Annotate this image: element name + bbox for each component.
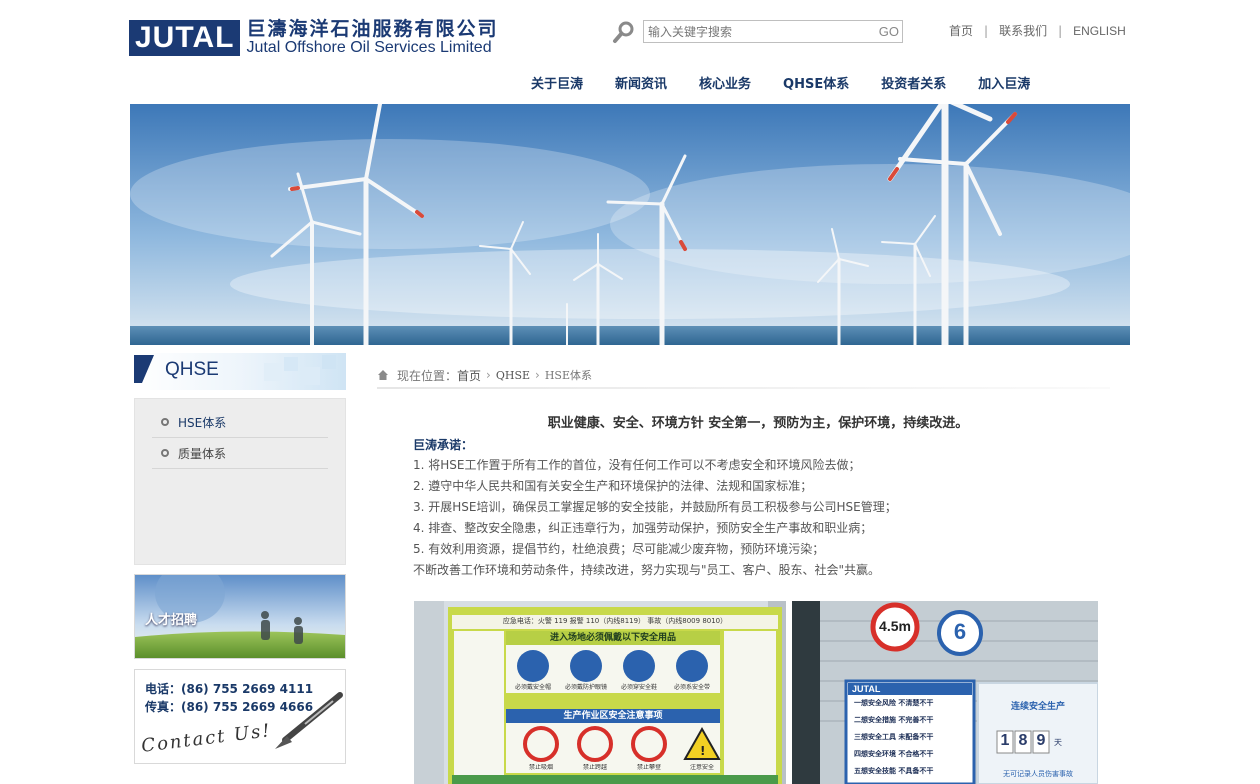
logo-chinese-name: 巨濤海洋石油服務有限公司 [246, 18, 499, 40]
breadcrumb-current: HSE体系 [544, 369, 593, 382]
board-line: 一想安全风险 不清楚不干 [854, 699, 934, 707]
nav-item-business[interactable]: 核心业务 [683, 73, 767, 92]
gate-number-label: 6 [953, 619, 967, 644]
safety-counter-caption: 无可记录人员伤害事故 [1003, 770, 1073, 778]
recruitment-label: 人才招聘 [145, 613, 198, 628]
promise-item: 5. 有效利用资源，提倡节约，杜绝浪费；尽可能减少废弃物，预防环境污染； [413, 542, 825, 556]
board-line: 五想安全技能 不具备不干 [854, 767, 934, 775]
bullet-icon [161, 418, 169, 426]
nav-item-qhse[interactable]: QHSE体系 [767, 73, 865, 92]
sidebar-item-label: HSE体系 [178, 415, 227, 430]
breadcrumb: 现在位置： 首页 › QHSE › HSE体系 [377, 362, 1110, 388]
site-logo[interactable]: JUTAL 巨濤海洋石油服務有限公司 Jutal Offshore Oil Se… [129, 18, 498, 58]
logo-english-name: Jutal Offshore Oil Services Limited [246, 39, 492, 56]
sidebar-header: QHSE [134, 353, 346, 390]
nav-item-join[interactable]: 加入巨涛 [962, 73, 1046, 92]
search-go-button[interactable]: GO [879, 24, 899, 39]
search-input[interactable] [648, 23, 868, 41]
home-icon [378, 370, 388, 380]
safety-sign-photo: ! 应急电话：火警 119 报警 110（内线8119） 事故（内线8009 8… [414, 601, 786, 784]
safety-counter-unit: 天 [1054, 738, 1062, 747]
contact-fax: 传真：(86) 755 2669 4666 [145, 700, 314, 714]
height-limit-label: 4.5m [879, 618, 911, 634]
sidebar-title: QHSE [165, 359, 219, 380]
svg-text:!: ! [700, 744, 705, 758]
board-line: 四想安全环境 不合格不干 [854, 750, 934, 758]
breadcrumb-divider [377, 387, 1110, 389]
gate-sign-photo: 4.5m 6 JUTAL 一想安全风险 不清楚不干 二想安全措施 不完善不干 三… [792, 601, 1098, 784]
promise-item: 4. 排查、整改安全隐患，纠正违章行为，加强劳动保护，预防安全生产事故和职业病； [413, 521, 873, 535]
safety-counter-digit: 9 [1036, 732, 1046, 749]
promise-title: 巨涛承诺： [413, 438, 474, 452]
board-logo: JUTAL [852, 684, 881, 694]
logo-text: 巨濤海洋石油服務有限公司 Jutal Offshore Oil Services… [246, 19, 498, 57]
sidebar-item-quality[interactable]: 质量体系 [152, 438, 328, 469]
safety-counter-title: 连续安全生产 [1010, 702, 1065, 712]
promise-item: 3. 开展HSE培训，确保员工掌握足够的安全技能，并鼓励所有员工积极参与公司HS… [413, 500, 897, 514]
main-nav: 关于巨涛 新闻资讯 核心业务 QHSE体系 投资者关系 加入巨涛 [515, 73, 1046, 92]
policy-statement: 职业健康、安全、环境方针 安全第一，预防为主，保护环境，持续改进。 [547, 416, 969, 431]
sign-emergency-line: 应急电话：火警 119 报警 110（内线8119） 事故（内线8009 801… [502, 617, 728, 625]
nav-item-investor[interactable]: 投资者关系 [865, 73, 962, 92]
board-line: 三想安全工具 未配备不干 [854, 733, 934, 741]
top-link-home[interactable]: 首页 [940, 22, 982, 39]
recruitment-banner[interactable]: 人才招聘 [134, 574, 346, 659]
top-links: 首页 | 联系我们 | ENGLISH [940, 22, 1135, 39]
promise-item: 2. 遵守中华人民共和国有关安全生产和环境保护的法律、法规和国家标准； [413, 479, 813, 493]
article-body: 职业健康、安全、环境方针 安全第一，预防为主，保护环境，持续改进。 巨涛承诺： … [413, 414, 1113, 581]
search-box: GO [643, 20, 903, 43]
sign-ppe-label: 必须穿安全鞋 [620, 684, 657, 691]
breadcrumb-prefix: 现在位置： [397, 368, 458, 383]
bullet-icon [161, 449, 169, 457]
sidebar-item-hse[interactable]: HSE体系 [152, 407, 328, 438]
banner-image [130, 104, 1130, 345]
promise-item: 1. 将HSE工作置于所有工作的首位，没有任何工作可以不考虑安全和环境风险去做； [413, 458, 861, 472]
nav-item-about[interactable]: 关于巨涛 [515, 73, 599, 92]
contact-phone: 电话：(86) 755 2669 4111 [145, 682, 314, 696]
sign-zone-label: 注意安全 [689, 764, 714, 771]
sign-ppe-title: 进入场地必须佩戴以下安全用品 [549, 633, 676, 643]
board-line: 二想安全措施 不完善不干 [854, 716, 934, 724]
sign-ppe-label: 必须戴防护眼镜 [564, 684, 607, 691]
separator: | [1058, 23, 1063, 38]
sign-zone-title: 生产作业区安全注意事项 [563, 711, 663, 721]
promise-summary: 不断改善工作环境和劳动条件，持续改进，努力实现与"员工、客户、股东、社会"共赢。 [413, 563, 881, 577]
search-icon [613, 21, 634, 43]
sign-ppe-label: 必须戴安全帽 [514, 684, 551, 691]
chevron-right-icon: › [486, 368, 491, 382]
wind-turbine-banner [130, 104, 1130, 345]
breadcrumb-home[interactable]: 首页 [457, 367, 481, 384]
safety-sign-image: ! [414, 601, 786, 784]
separator: | [984, 23, 989, 38]
top-link-english[interactable]: ENGLISH [1064, 24, 1135, 38]
sign-ppe-label: 必须系安全带 [673, 684, 710, 691]
nav-item-news[interactable]: 新闻资讯 [599, 73, 683, 92]
chevron-right-icon: › [535, 368, 540, 382]
top-link-contact[interactable]: 联系我们 [990, 22, 1056, 39]
safety-counter-digit: 1 [1000, 732, 1010, 749]
breadcrumb-qhse[interactable]: QHSE [496, 369, 530, 382]
contact-box: 电话：(86) 755 2669 4111 传真：(86) 755 2669 4… [134, 669, 346, 764]
safety-counter-digit: 8 [1018, 732, 1028, 749]
sign-zone-label: 禁止跨越 [582, 764, 607, 771]
logo-mark: JUTAL [129, 20, 241, 56]
sidebar-item-label: 质量体系 [178, 446, 227, 461]
sidebar-menu: HSE体系 质量体系 [134, 398, 346, 565]
sign-zone-label: 禁止攀登 [636, 764, 661, 771]
sign-zone-label: 禁止吸烟 [528, 764, 553, 771]
